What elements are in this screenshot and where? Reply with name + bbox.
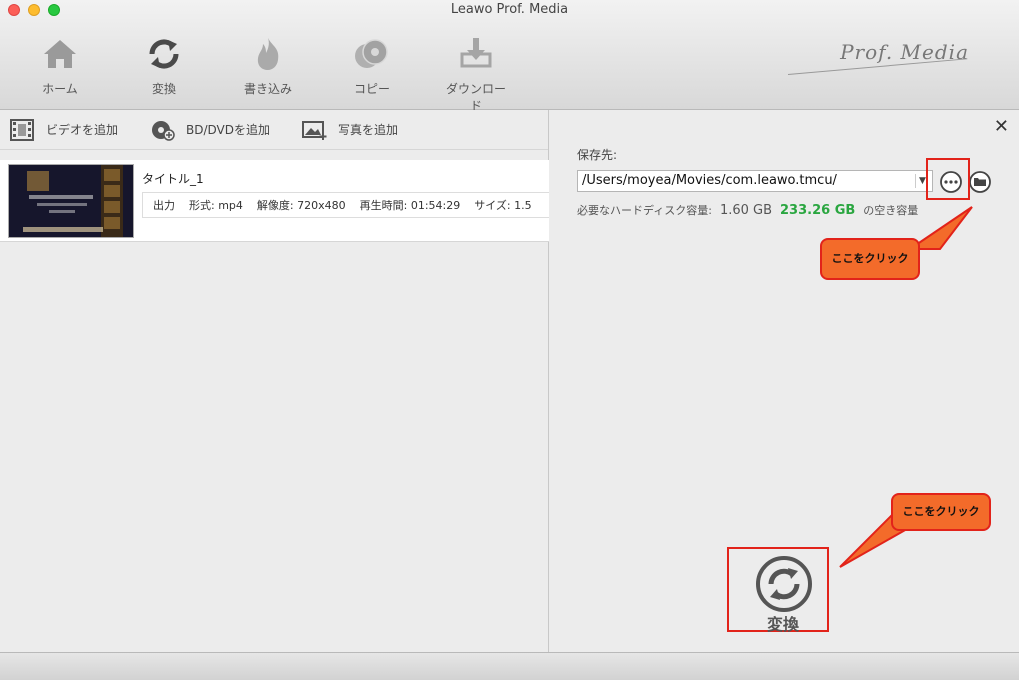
video-thumbnail [8, 164, 134, 238]
add-photo-label: 写真を追加 [338, 123, 399, 137]
copy-disc-icon [355, 39, 388, 68]
save-path-select[interactable]: /Users/moyea/Movies/com.leawo.tmcu/ ▼ [577, 170, 933, 192]
toolbar-convert-label: 変換 [151, 82, 176, 96]
convert-icon [756, 556, 812, 612]
disk-required-label: 必要なハードディスク容量: [577, 204, 712, 217]
add-video-button[interactable]: ビデオを追加 [10, 118, 119, 141]
resolution-value: 解像度: 720x480 [256, 199, 346, 212]
burn-icon [257, 38, 279, 70]
file-list-panel: ビデオを追加 BD/DVDを追加 写真を追加 タイトル_1 出力 形式: mp4… [0, 110, 549, 652]
file-list-item[interactable]: タイトル_1 出力 形式: mp4 解像度: 720x480 再生時間: 01:… [0, 160, 549, 242]
size-value: サイズ: 1.5 [474, 199, 532, 212]
file-info-box: 出力 形式: mp4 解像度: 720x480 再生時間: 01:54:29 サ… [142, 192, 549, 218]
toolbar-burn-label: 書き込み [243, 82, 292, 96]
window-title: Leawo Prof. Media [450, 2, 569, 17]
add-media-bar: ビデオを追加 BD/DVDを追加 写真を追加 [0, 110, 548, 150]
close-icon[interactable]: ✕ [994, 116, 1009, 137]
highlight-more-button [926, 158, 970, 200]
convert-icon [149, 39, 179, 69]
disk-space-info: 必要なハードディスク容量: 1.60 GB 233.26 GB の空き容量 [577, 202, 918, 218]
file-title: タイトル_1 [142, 172, 204, 186]
add-bd-dvd-label: BD/DVDを追加 [186, 123, 271, 137]
toolbar-home-button[interactable]: ホーム [25, 34, 95, 97]
format-value: 形式: mp4 [189, 199, 243, 212]
download-icon [460, 38, 492, 68]
duration-value: 再生時間: 01:54:29 [359, 199, 461, 212]
disk-required-value: 1.60 GB [719, 203, 773, 218]
toolbar-download-label: ダウンロード [445, 82, 506, 113]
home-icon [44, 40, 76, 68]
add-video-label: ビデオを追加 [46, 123, 119, 137]
save-destination-label: 保存先: [577, 148, 618, 162]
disk-free-value: 233.26 GB [780, 203, 856, 218]
convert-label: 変換 [767, 615, 800, 634]
toolbar-burn-button[interactable]: 書き込み [233, 34, 303, 97]
window-toolbar: Leawo Prof. Media ホーム 変換 書き込み コピー ダウンロード… [0, 0, 1019, 113]
toolbar-copy-label: コピー [353, 82, 390, 96]
add-bd-dvd-button[interactable]: BD/DVDを追加 [150, 119, 270, 141]
save-path-value: /Users/moyea/Movies/com.leawo.tmcu/ [582, 173, 837, 188]
add-photo-button[interactable]: 写真を追加 [302, 119, 398, 141]
toolbar-copy-button[interactable]: コピー [337, 34, 407, 97]
status-bar [0, 652, 1019, 680]
toolbar-home-label: ホーム [42, 82, 78, 96]
photo-add-icon [302, 120, 327, 140]
callout-bottom: ここをクリック [891, 493, 991, 531]
toolbar-download-button[interactable]: ダウンロード [441, 34, 511, 114]
output-label: 出力 [153, 199, 175, 212]
film-icon [10, 118, 34, 141]
open-folder-icon[interactable] [968, 170, 992, 194]
toolbar-convert-button[interactable]: 変換 [129, 34, 199, 97]
callout-top: ここをクリック [820, 238, 920, 280]
disc-add-icon [152, 120, 175, 141]
convert-button[interactable]: 変換 [729, 549, 827, 634]
